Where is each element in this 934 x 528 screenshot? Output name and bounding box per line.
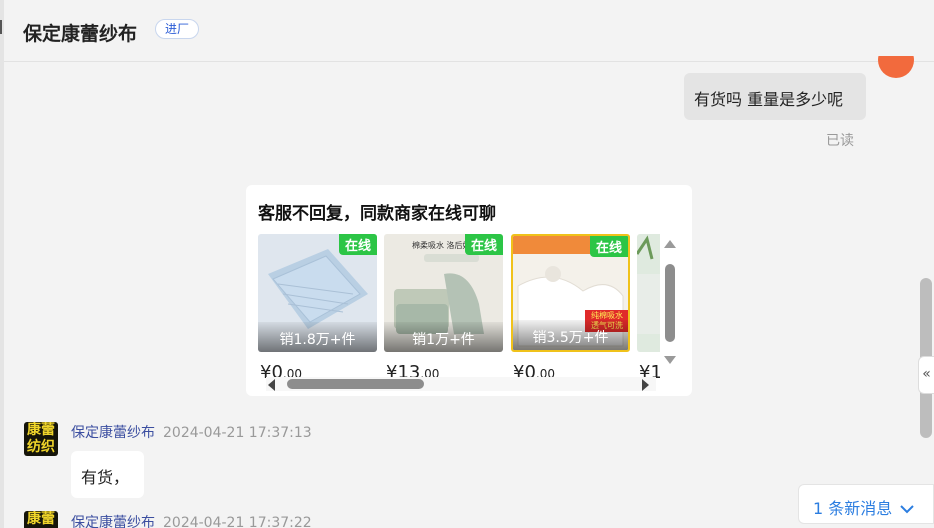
product-vertical-scrollbar[interactable] <box>662 240 678 370</box>
my-avatar <box>878 56 914 78</box>
product-image[interactable]: 在线 销1.8万+件 <box>258 234 377 352</box>
product-image[interactable]: 纯棉吸水 透气可洗 在线 销3.5万+件 <box>511 234 630 352</box>
product-horizontal-scrollbar[interactable] <box>266 377 656 391</box>
recommend-card-title: 客服不回复，同款商家在线可聊 <box>258 204 496 224</box>
left-panel-edge <box>0 0 4 528</box>
outgoing-message: 有货吗 重量是多少呢 <box>684 73 866 120</box>
product-image[interactable]: 棉柔吸水 洛后好 在线 销1万+件 <box>384 234 503 352</box>
sender-name: 保定康蕾纱布 <box>71 515 155 528</box>
recommend-card: 客服不回复，同款商家在线可聊 在线 销1.8万+件 ¥0.00 棉柔吸水 洛后好… <box>246 185 692 396</box>
sender-name: 保定康蕾纱布 <box>71 425 155 441</box>
read-status: 已读 <box>826 133 854 149</box>
message-meta: 保定康蕾纱布 2024-04-21 17:37:22 <box>71 512 312 528</box>
message-meta: 保定康蕾纱布 2024-04-21 17:37:13 <box>71 422 312 442</box>
new-messages-button[interactable]: 1 条新消息 <box>798 484 934 524</box>
product-card[interactable]: 纯棉吸水 透气可洗 在线 销3.5万+件 ¥0.00 <box>511 234 630 382</box>
factory-tag: 进厂 <box>155 19 200 39</box>
avatar[interactable]: 康蕾纺织 <box>24 422 58 456</box>
scroll-left-icon[interactable] <box>268 379 275 391</box>
incoming-message: 有货， <box>71 451 144 498</box>
scroll-up-icon[interactable] <box>664 240 676 248</box>
product-image[interactable] <box>637 234 660 352</box>
message-time: 2024-04-21 17:37:22 <box>163 515 312 528</box>
chevron-down-icon <box>900 505 915 514</box>
new-messages-label: 1 条新消息 <box>813 499 893 518</box>
product-card[interactable]: 棉柔吸水 洛后好 在线 销1万+件 ¥13.00 <box>384 234 503 382</box>
online-badge: 在线 <box>338 234 377 255</box>
sales-count: 销1.8万+件 <box>258 322 377 352</box>
scroll-thumb[interactable] <box>665 264 675 342</box>
online-badge: 在线 <box>589 236 628 257</box>
sales-count: 销1万+件 <box>384 322 503 352</box>
collapse-panel-icon[interactable]: « <box>918 356 934 394</box>
online-badge: 在线 <box>464 234 503 255</box>
shop-name[interactable]: 保定康蕾纱布 <box>23 19 137 46</box>
product-card[interactable]: ¥1 <box>637 234 660 382</box>
sales-count: 销3.5万+件 <box>513 320 628 350</box>
product-list: 在线 销1.8万+件 ¥0.00 棉柔吸水 洛后好 在线 销1万+件 ¥13.0… <box>258 234 660 382</box>
chat-header: 保定康蕾纱布 进厂 <box>4 0 934 62</box>
product-image-text: 棉柔吸水 洛后好 <box>412 241 471 250</box>
scroll-right-icon[interactable] <box>642 379 649 391</box>
scroll-down-icon[interactable] <box>664 356 676 364</box>
avatar[interactable]: 康蕾 <box>24 511 58 528</box>
message-time: 2024-04-21 17:37:13 <box>163 425 312 441</box>
product-card[interactable]: 在线 销1.8万+件 ¥0.00 <box>258 234 377 382</box>
scroll-thumb[interactable] <box>287 379 424 389</box>
